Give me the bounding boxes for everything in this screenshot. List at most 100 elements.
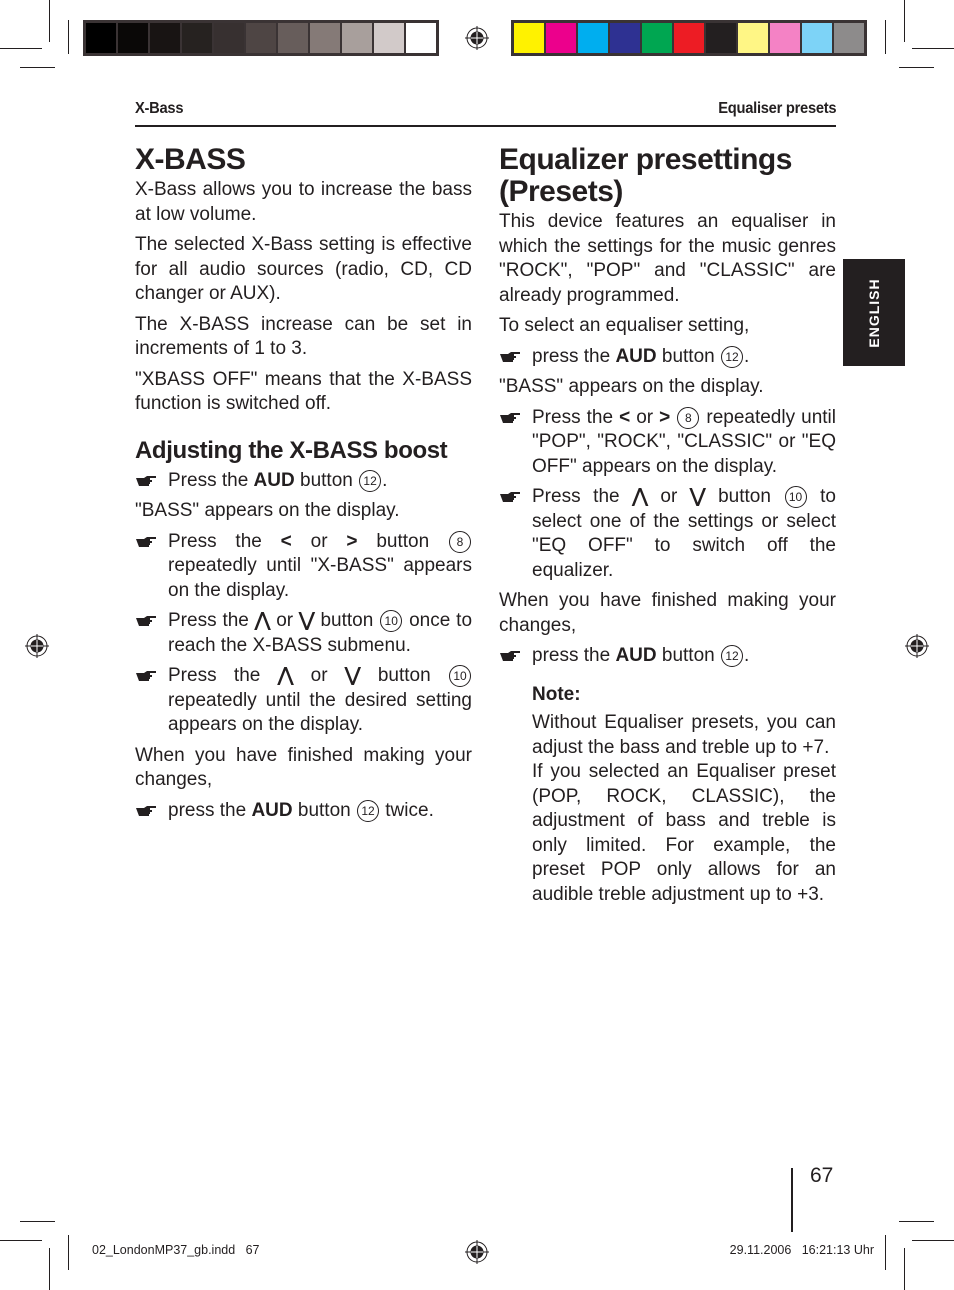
button-ref-number: 10 bbox=[784, 486, 807, 508]
color-swatch bbox=[278, 23, 308, 53]
right-arrow-icon: > bbox=[346, 530, 358, 552]
crop-mark bbox=[904, 0, 905, 42]
crop-mark bbox=[899, 1221, 934, 1222]
registration-mark-icon bbox=[465, 26, 489, 50]
note-text: If you selected an Equaliser preset (POP… bbox=[532, 761, 836, 905]
slug-timestamp: 29.11.2006 16:21:13 Uhr bbox=[729, 1243, 874, 1257]
crop-mark bbox=[0, 48, 42, 49]
paragraph: When you have finished making your chang… bbox=[499, 590, 836, 636]
instruction-step: press the AUD button 12. bbox=[499, 345, 836, 370]
color-swatch bbox=[738, 23, 768, 53]
color-swatch bbox=[706, 23, 736, 53]
pointing-hand-icon bbox=[136, 536, 156, 547]
page-number: 67 bbox=[810, 1164, 834, 1187]
pointing-hand-icon bbox=[136, 475, 156, 486]
pointing-hand-icon bbox=[136, 671, 156, 681]
aud-button-label: AUD bbox=[253, 469, 295, 491]
crop-mark bbox=[885, 1235, 886, 1270]
left-arrow-icon: < bbox=[280, 530, 292, 552]
crop-mark bbox=[49, 0, 50, 42]
color-swatch bbox=[770, 23, 800, 53]
crop-mark bbox=[49, 1248, 50, 1290]
color-swatch bbox=[546, 23, 576, 53]
language-tab-label: ENGLISH bbox=[866, 277, 882, 348]
left-arrow-icon: < bbox=[619, 406, 631, 428]
up-arrow-icon: ⋀ bbox=[632, 486, 648, 507]
registration-mark-icon bbox=[905, 634, 929, 658]
color-swatch bbox=[310, 23, 340, 53]
instruction-step: Press the < or > button 8 repeatedly unt… bbox=[135, 530, 472, 604]
color-swatch bbox=[182, 23, 212, 53]
note-text: Without Equaliser presets, you can adjus… bbox=[532, 712, 836, 758]
header-rule bbox=[135, 125, 836, 127]
paragraph: The selected X-Bass setting is effective… bbox=[135, 234, 472, 304]
aud-button-label: AUD bbox=[615, 345, 657, 367]
crop-mark bbox=[885, 20, 886, 54]
color-swatch bbox=[86, 23, 116, 53]
color-swatch bbox=[214, 23, 244, 53]
pointing-hand-icon bbox=[500, 412, 520, 423]
crop-mark bbox=[20, 1221, 55, 1222]
instruction-step: Press the ⋀ or ⋁ button 10 once to reach… bbox=[135, 609, 472, 658]
color-swatch bbox=[578, 23, 608, 53]
button-ref-number: 10 bbox=[380, 610, 403, 632]
color-swatch bbox=[150, 23, 180, 53]
crop-mark bbox=[68, 20, 69, 54]
subheading-adjusting-xbass: Adjusting the X-BASS boost bbox=[135, 436, 448, 464]
button-ref-number: 12 bbox=[357, 799, 379, 822]
note-box: Note: Without Equaliser presets, you can… bbox=[499, 683, 836, 908]
paragraph: "BASS" appears on the display. bbox=[499, 376, 764, 397]
instruction-step: Press the < or > 8 repeatedly until "POP… bbox=[499, 406, 836, 480]
page-number-divider bbox=[791, 1168, 793, 1232]
crop-mark bbox=[912, 48, 954, 49]
crop-mark bbox=[904, 1248, 905, 1290]
down-arrow-icon: ⋁ bbox=[344, 665, 361, 686]
crop-mark bbox=[68, 1235, 69, 1270]
slug-filename: 02_LondonMP37_gb.indd 67 bbox=[92, 1243, 260, 1257]
section-title-equalizer: Equalizer presettings (Presets) bbox=[499, 143, 792, 208]
right-column: Equalizer presettings (Presets) This dev… bbox=[499, 144, 836, 907]
paragraph: When you have finished making your chang… bbox=[135, 744, 472, 791]
color-swatch bbox=[342, 23, 372, 53]
paragraph: X-Bass allows you to increase the bass a… bbox=[135, 179, 472, 225]
button-ref-number: 8 bbox=[449, 530, 472, 553]
paragraph: "XBASS OFF" means that the X-BASS functi… bbox=[135, 368, 472, 415]
color-swatch bbox=[514, 23, 544, 53]
button-ref-number: 12 bbox=[359, 469, 382, 492]
crop-mark bbox=[912, 1240, 954, 1241]
color-swatch bbox=[610, 23, 640, 53]
crop-mark bbox=[0, 1240, 42, 1241]
pointing-hand-icon bbox=[136, 616, 156, 626]
color-swatch bbox=[406, 23, 436, 53]
registration-mark-icon bbox=[25, 634, 49, 658]
left-column: X-BASS X-Bass allows you to increase the… bbox=[135, 144, 472, 829]
section-title-xbass: X-BASS bbox=[135, 143, 246, 176]
button-ref-number: 10 bbox=[449, 665, 472, 687]
color-swatch bbox=[642, 23, 672, 53]
paragraph: The X-BASS increase can be set in increm… bbox=[135, 313, 472, 360]
instruction-step: Press the ⋀ or ⋁ button 10 repeatedly un… bbox=[135, 664, 472, 738]
process-color-bar bbox=[511, 20, 867, 56]
registration-mark-icon bbox=[465, 1240, 489, 1264]
note-title: Note: bbox=[532, 683, 581, 705]
right-arrow-icon: > bbox=[659, 406, 671, 428]
color-swatch bbox=[118, 23, 148, 53]
crop-mark bbox=[20, 67, 55, 68]
pointing-hand-icon bbox=[500, 492, 520, 502]
button-ref-number: 12 bbox=[721, 645, 743, 667]
down-arrow-icon: ⋁ bbox=[689, 486, 706, 507]
language-tab: ENGLISH bbox=[843, 259, 905, 366]
color-swatch bbox=[674, 23, 704, 53]
instruction-step: press the AUD button 12 twice. bbox=[135, 799, 472, 824]
pointing-hand-icon bbox=[500, 351, 520, 362]
color-swatch bbox=[834, 23, 864, 53]
pointing-hand-icon bbox=[500, 651, 520, 661]
down-arrow-icon: ⋁ bbox=[299, 610, 315, 631]
aud-button-label: AUD bbox=[251, 799, 293, 821]
paragraph: This device features an equaliser in whi… bbox=[499, 211, 836, 306]
button-ref-number: 12 bbox=[721, 345, 743, 368]
up-arrow-icon: ⋀ bbox=[277, 665, 294, 686]
pointing-hand-icon bbox=[136, 805, 156, 816]
aud-button-label: AUD bbox=[615, 645, 657, 666]
instruction-step: Press the AUD button 12. bbox=[135, 469, 472, 494]
